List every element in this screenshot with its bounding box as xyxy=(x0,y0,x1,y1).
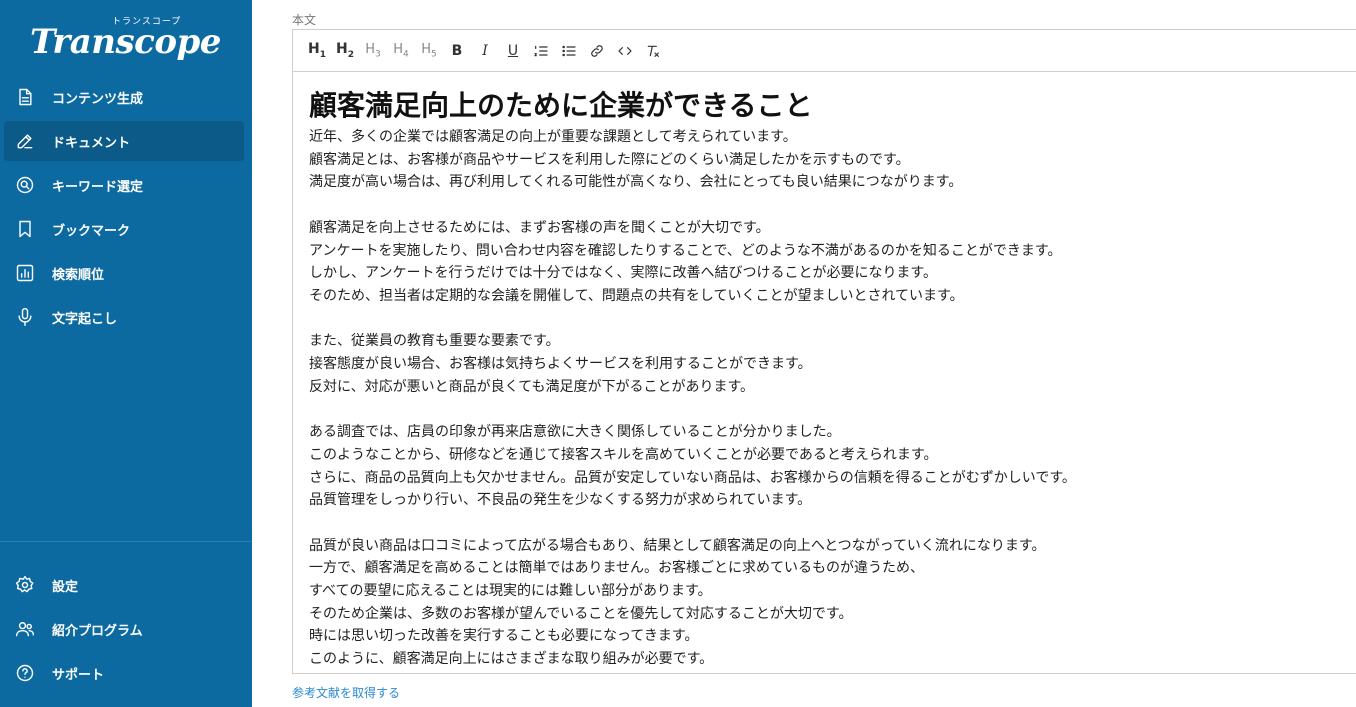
paragraph-line: また、従業員の教育も重要な要素です。 xyxy=(309,333,560,350)
sidebar-item-keyword-selection[interactable]: キーワード選定 xyxy=(4,165,244,205)
sidebar-bottom-nav: 設定 紹介プログラム サポート xyxy=(4,565,244,697)
heading2-button[interactable]: H2 xyxy=(333,39,357,63)
sidebar-item-label: 検索順位 xyxy=(52,267,105,283)
heading5-button[interactable]: H5 xyxy=(417,39,441,63)
body-field-label: 本文 xyxy=(292,13,317,27)
paragraph-line: 反対に、対応が悪いと商品が良くても満足度が下がることがあります。 xyxy=(309,378,755,395)
bar-chart-icon xyxy=(14,262,36,284)
clear-format-icon xyxy=(647,45,659,57)
help-icon xyxy=(14,662,36,684)
link-icon xyxy=(591,44,603,57)
paragraph-line: このようなことから、研修などを通じて接客スキルを高めていくことが必要であると考え… xyxy=(309,446,938,463)
editor-toolbar: H1 H2 H3 H4 H5 B I U xyxy=(293,30,1356,72)
paragraph-line: 時には思い切った改善を実行することも必要になってきます。 xyxy=(309,628,699,645)
sidebar: トランスコープ Transcope コンテンツ生成 ドキュメント キーワード選定 xyxy=(0,0,252,707)
paragraph-line: しかし、アンケートを行うだけでは十分ではなく、実際に改善へ結びつけることが必要に… xyxy=(309,265,938,282)
users-icon xyxy=(14,618,36,640)
sidebar-item-documents[interactable]: ドキュメント xyxy=(4,121,244,161)
sidebar-item-label: サポート xyxy=(52,667,105,683)
sidebar-item-label: 文字起こし xyxy=(52,311,118,327)
bullet-list-icon xyxy=(562,45,576,56)
paragraph-line: さらに、商品の品質向上も欠かせません。品質が安定していない商品は、お客様からの信… xyxy=(309,469,1076,486)
bold-button[interactable]: B xyxy=(445,39,469,63)
document-title: 顧客満足向上のために企業ができること xyxy=(309,89,813,122)
ordered-list-icon xyxy=(534,45,548,56)
paragraph-line: 近年、多くの企業では顧客満足の向上が重要な課題として考えられています。 xyxy=(309,129,797,145)
sidebar-item-referral[interactable]: 紹介プログラム xyxy=(4,609,244,649)
sidebar-item-settings[interactable]: 設定 xyxy=(4,565,244,605)
paragraph-line: このように、顧客満足向上にはさまざまな取り組みが必要です。 xyxy=(309,651,714,668)
gear-icon xyxy=(14,574,36,596)
link-button[interactable] xyxy=(585,39,609,63)
edit-icon xyxy=(14,130,36,152)
sidebar-item-label: ドキュメント xyxy=(52,135,131,151)
logo-wordmark: Transcope xyxy=(30,22,221,62)
microphone-icon xyxy=(14,306,36,328)
sidebar-item-support[interactable]: サポート xyxy=(4,653,244,693)
transcope-logo[interactable]: トランスコープ Transcope xyxy=(30,14,230,64)
paragraph-line: そのため企業は、多数のお客様が望んでいることを優先して対応することが大切です。 xyxy=(309,605,853,622)
paragraph-line: ある調査では、店員の印象が再来店意欲に大きく関係していることが分かりました。 xyxy=(309,424,841,441)
paragraph-line: 一方で、顧客満足を高めることは簡単ではありません。お客様ごとに求めているものが違… xyxy=(309,560,925,577)
underline-button[interactable]: U xyxy=(501,39,525,63)
sidebar-item-transcription[interactable]: 文字起こし xyxy=(4,297,244,337)
rich-text-editor[interactable]: H1 H2 H3 H4 H5 B I U 顧客満足向上のために企業ができること … xyxy=(292,29,1356,674)
sidebar-item-label: ブックマーク xyxy=(52,223,131,239)
sidebar-item-content-generation[interactable]: コンテンツ生成 xyxy=(4,77,244,117)
sidebar-item-label: コンテンツ生成 xyxy=(52,91,144,107)
paragraph-line: 顧客満足を向上させるためには、まずお客様の声を聞くことが大切です。 xyxy=(309,219,770,236)
sidebar-item-label: 設定 xyxy=(52,579,79,595)
get-references-link[interactable]: 参考文献を取得する xyxy=(292,684,400,701)
search-circle-icon xyxy=(14,174,36,196)
paragraph-line: そのため、担当者は定期的な会議を開催して、問題点の共有をしていくことが望ましいと… xyxy=(309,287,964,304)
paragraph-line: すべての要望に応えることは現実的には難しい部分があります。 xyxy=(309,583,712,599)
document-icon xyxy=(14,86,36,108)
editor-content[interactable]: 顧客満足向上のために企業ができること 近年、多くの企業では顧客満足の向上が重要な… xyxy=(293,72,1356,671)
italic-button[interactable]: I xyxy=(473,39,497,63)
paragraph-line: アンケートを実施したり、問い合わせ内容を確認したりすることで、どのような不満があ… xyxy=(309,242,1062,259)
ordered-list-button[interactable] xyxy=(529,39,553,63)
paragraph-line: 接客態度が良い場合、お客様は気持ちよくサービスを利用することができます。 xyxy=(309,356,812,372)
heading1-button[interactable]: H1 xyxy=(305,39,329,63)
paragraph-line: 顧客満足とは、お客様が商品やサービスを利用した際にどのくらい満足したかを示すもの… xyxy=(309,151,910,168)
heading3-button[interactable]: H3 xyxy=(361,39,385,63)
bullet-list-button[interactable] xyxy=(557,39,581,63)
code-button[interactable] xyxy=(613,39,637,63)
sidebar-nav: コンテンツ生成 ドキュメント キーワード選定 ブックマーク 検索順位 文字起こし xyxy=(4,77,244,341)
sidebar-divider xyxy=(0,541,252,542)
bookmark-icon xyxy=(14,218,36,240)
paragraph-line: 品質が良い商品は口コミによって広がる場合もあり、結果として顧客満足の向上へとつな… xyxy=(309,537,1046,554)
code-icon xyxy=(618,46,632,55)
sidebar-item-label: 紹介プログラム xyxy=(52,623,143,639)
paragraph-line: 満足度が高い場合は、再び利用してくれる可能性が高くなり、会社にとっても良い結果に… xyxy=(309,174,963,191)
sidebar-item-label: キーワード選定 xyxy=(52,179,144,195)
clear-format-button[interactable] xyxy=(641,39,665,63)
sidebar-item-search-ranking[interactable]: 検索順位 xyxy=(4,253,244,293)
main-content: 本文 H1 H2 H3 H4 H5 B I U 顧客満足向上のために企業ができる… xyxy=(292,0,1356,707)
sidebar-item-bookmarks[interactable]: ブックマーク xyxy=(4,209,244,249)
paragraph-line: 品質管理をしっかり行い、不良品の発生を少なくする努力が求められています。 xyxy=(309,492,812,509)
heading4-button[interactable]: H4 xyxy=(389,39,413,63)
